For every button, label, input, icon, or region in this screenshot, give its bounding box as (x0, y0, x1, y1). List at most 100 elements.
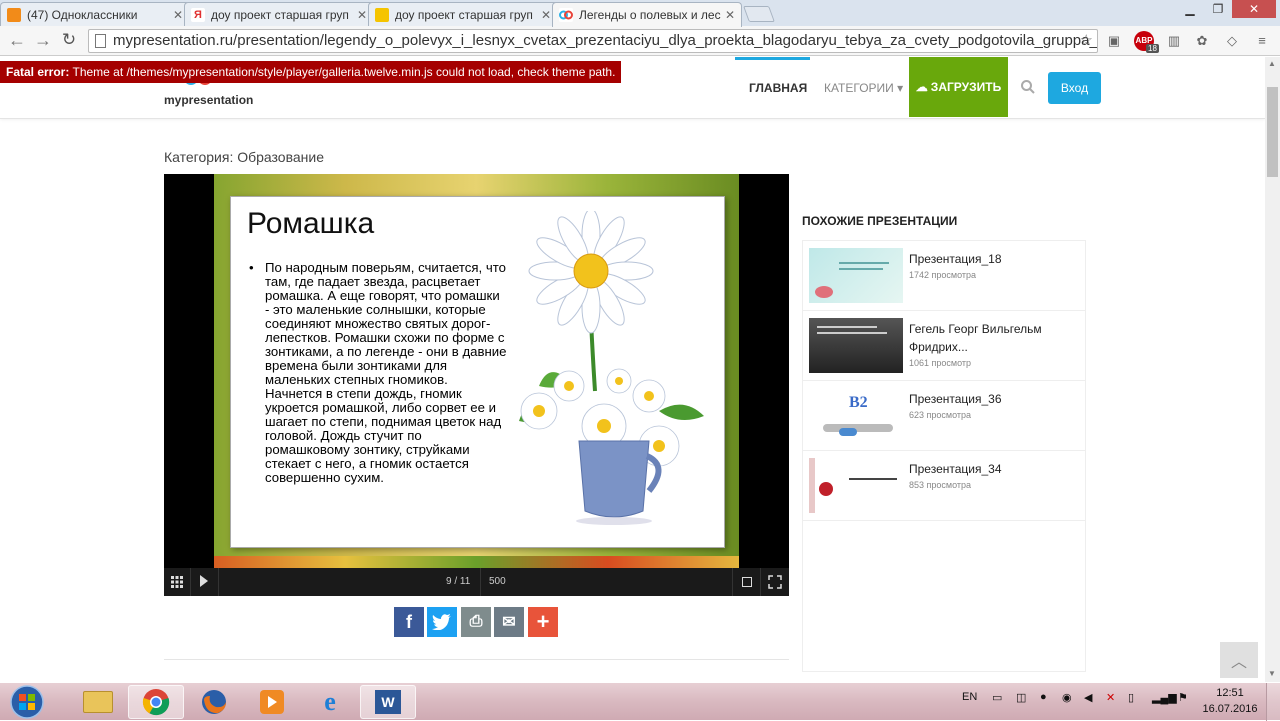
clock-time: 12:51 (1216, 687, 1244, 699)
windows-taskbar: e W EN ▭ ◫ ● ◉ ◀ ✕ ▯ ▂▄▆ ⚑ 12:51 16.07.2… (0, 682, 1280, 721)
tray-signal-icon[interactable]: ▂▄▆ (1152, 691, 1177, 704)
similar-item-views: 1742 просмотра (909, 270, 977, 280)
scroll-down-arrow-icon[interactable]: ▼ (1268, 669, 1276, 678)
scroll-up-arrow-icon[interactable]: ▲ (1268, 59, 1276, 68)
thumbnails-grid-icon[interactable] (170, 575, 184, 589)
image-search-icon (375, 7, 389, 22)
similar-item-title[interactable]: Гегель Георг Вильгельм Фридрих... (909, 320, 1079, 356)
bookmark-star-icon[interactable]: ☆ (1080, 30, 1093, 52)
search-icon[interactable] (1020, 79, 1036, 95)
barcode-icon[interactable]: ▥ (1164, 31, 1184, 51)
scroll-to-top-button[interactable]: ︿ (1220, 642, 1258, 678)
window-close-button[interactable]: ✕ (1232, 0, 1276, 18)
media-player-icon (260, 690, 284, 714)
similar-item[interactable]: B2 Презентация_36 623 просмотра (803, 381, 1085, 451)
system-clock[interactable]: 12:51 16.07.2016 (1200, 685, 1260, 717)
taskbar-chrome[interactable] (128, 685, 184, 719)
taskbar-media-player[interactable] (244, 685, 300, 719)
upload-button[interactable]: ☁ ЗАГРУЗИТЬ (909, 57, 1008, 117)
chevron-up-icon: ︿ (1230, 654, 1247, 671)
active-nav-indicator (735, 57, 810, 60)
popout-icon[interactable] (742, 577, 752, 587)
address-bar[interactable]: mypresentation.ru/presentation/legendy_o… (88, 29, 1098, 53)
taskbar-internet-explorer[interactable]: e (302, 685, 358, 719)
similar-item-title[interactable]: Презентация_36 (909, 390, 1079, 408)
taskbar-explorer[interactable] (70, 685, 126, 719)
chamomile-vase-image (519, 211, 704, 525)
tray-speaker-icon[interactable]: ◀ (1084, 691, 1092, 704)
new-tab-button[interactable] (743, 6, 775, 22)
play-icon[interactable] (200, 575, 208, 587)
scroll-thumb[interactable] (1267, 87, 1278, 177)
page-scrollbar[interactable]: ▲ ▼ (1265, 57, 1280, 682)
presentation-viewer: Ромашка По народным поверьям, считается,… (164, 174, 789, 596)
clock-date: 16.07.2016 (1202, 703, 1258, 715)
windows-start-icon[interactable] (4, 684, 50, 720)
content-divider (164, 659, 789, 660)
shield-icon[interactable]: ◇ (1222, 31, 1242, 51)
tray-network-icon[interactable]: ◫ (1016, 691, 1026, 704)
reload-icon[interactable]: ↻ (58, 30, 80, 50)
separator (218, 568, 219, 596)
nav-home[interactable]: ГЛАВНАЯ (749, 81, 807, 95)
upload-label: ЗАГРУЗИТЬ (930, 80, 1002, 94)
share-twitter-button[interactable] (427, 607, 457, 637)
minimize-button[interactable]: ▁ (1176, 0, 1204, 18)
mypresentation-favicon (559, 8, 573, 22)
tab-close-icon[interactable]: ✕ (171, 8, 185, 22)
url-text: mypresentation.ru/presentation/legendy_o… (113, 32, 1098, 49)
page-icon (95, 34, 106, 48)
maximize-button[interactable]: ❐ (1204, 0, 1232, 18)
browser-tab-odnoklassniki[interactable]: (47) Одноклассники ✕ (0, 2, 190, 26)
forward-arrow-icon[interactable]: → (32, 30, 54, 51)
similar-item[interactable]: Гегель Георг Вильгельм Фридрих... 1061 п… (803, 311, 1085, 381)
browser-tab-bar: (47) Одноклассники ✕ Я доу проект старша… (0, 0, 1280, 27)
menu-icon[interactable]: ≡ (1252, 31, 1272, 51)
extension-translate-icon[interactable]: ▣ (1104, 31, 1124, 51)
similar-item-views: 623 просмотра (909, 410, 972, 420)
slide-bottom-strip (214, 556, 739, 568)
similar-item-title[interactable]: Презентация_18 (909, 250, 1079, 268)
internet-explorer-icon: e (324, 687, 336, 716)
odnoklassniki-icon (7, 7, 21, 22)
share-more-button[interactable]: + (528, 607, 558, 637)
fatal-error-banner: Fatal error: Theme at /themes/mypresenta… (0, 61, 622, 83)
share-email-button[interactable]: ✉ (494, 607, 524, 637)
taskbar-firefox[interactable] (186, 685, 242, 719)
slide-content: Ромашка По народным поверьям, считается,… (230, 196, 725, 548)
tab-close-icon[interactable]: ✕ (539, 8, 553, 22)
tray-antivirus-icon[interactable]: ◉ (1062, 691, 1072, 704)
tab-close-icon[interactable]: ✕ (723, 8, 737, 22)
back-arrow-icon[interactable]: ← (6, 30, 28, 51)
browser-tab-images[interactable]: доу проект старшая груп ✕ (368, 2, 558, 26)
similar-presentations-title: ПОХОЖИЕ ПРЕЗЕНТАЦИИ (802, 214, 958, 228)
similar-item[interactable]: Презентация_34 853 просмотра (803, 451, 1085, 521)
chrome-icon (142, 689, 170, 716)
show-desktop-button[interactable] (1266, 683, 1280, 721)
share-print-button[interactable]: ⎙ (461, 607, 491, 637)
nav-categories[interactable]: КАТЕГОРИИ ▾ (824, 81, 903, 95)
similar-item[interactable]: Презентация_18 1742 просмотра (803, 241, 1085, 311)
language-indicator[interactable]: EN (962, 691, 977, 703)
share-facebook-button[interactable]: f (394, 607, 424, 637)
browser-tab-active[interactable]: Легенды о полевых и лес ✕ (552, 2, 742, 27)
tray-skype-icon[interactable]: ● (1040, 691, 1047, 703)
tray-sound-off-icon[interactable]: ✕ (1106, 691, 1115, 704)
fullscreen-icon[interactable] (768, 575, 782, 589)
tray-monitor-icon[interactable]: ▭ (992, 691, 1002, 704)
taskbar-word[interactable]: W (360, 685, 416, 719)
tab-label: Легенды о полевых и лес (579, 8, 721, 22)
player-controls: 9 / 11 500 (164, 568, 789, 596)
tray-flag-icon[interactable]: ⚑ (1178, 691, 1188, 704)
twitter-icon (432, 614, 451, 630)
browser-tab-yandex[interactable]: Я доу проект старшая груп ✕ (184, 2, 374, 26)
logo-text: mypresentation (164, 93, 254, 107)
tab-close-icon[interactable]: ✕ (355, 8, 369, 22)
similar-item-title[interactable]: Презентация_34 (909, 460, 1079, 478)
slide[interactable]: Ромашка По народным поверьям, считается,… (214, 174, 739, 568)
extension-gear-icon[interactable]: ✿ (1192, 31, 1212, 51)
tray-mouse-icon[interactable]: ▯ (1128, 691, 1134, 704)
slideshow-speed[interactable]: 500 (489, 576, 506, 587)
login-button[interactable]: Вход (1048, 72, 1101, 104)
error-message: Theme at /themes/mypresentation/style/pl… (72, 65, 616, 79)
